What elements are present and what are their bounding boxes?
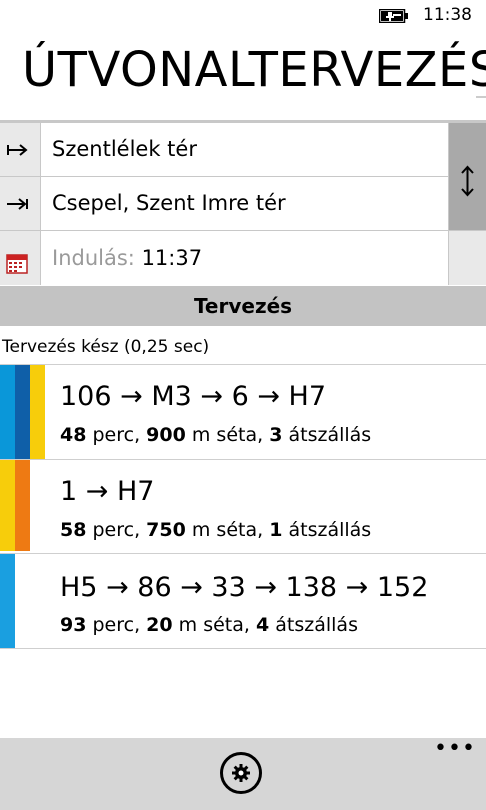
route-line-colors [0, 554, 15, 648]
departure-time: 11:37 [141, 246, 203, 270]
calendar-icon[interactable] [0, 231, 40, 285]
route-summary: 58 perc, 750 m séta, 1 átszállás [60, 519, 372, 541]
pivot-edge-indicator [476, 96, 486, 98]
route-item[interactable]: 1 → H7 58 perc, 750 m séta, 1 átszállás [0, 459, 486, 551]
swap-button[interactable] [449, 123, 486, 230]
route-item[interactable]: 106 → M3 → 6 → H7 48 perc, 900 m séta, 3… [0, 364, 486, 459]
to-arrow-icon [0, 177, 40, 230]
route-item[interactable]: H5 → 86 → 33 → 138 → 152 93 perc, 20 m s… [0, 553, 486, 649]
route-form: Szentlélek tér Csepel, Szent Imre tér In… [0, 120, 486, 285]
departure-row[interactable]: Indulás: 11:37 [0, 231, 448, 285]
line-color-bar [0, 365, 15, 459]
gear-icon [232, 764, 250, 782]
swap-vertical-icon [461, 165, 474, 197]
to-input[interactable]: Csepel, Szent Imre tér [41, 177, 448, 230]
departure-label: Indulás: [52, 246, 135, 270]
line-color-bar [30, 365, 45, 459]
battery-charging-icon [379, 9, 408, 23]
from-row[interactable]: Szentlélek tér [0, 123, 448, 176]
from-input[interactable]: Szentlélek tér [41, 123, 448, 176]
from-arrow-icon [0, 123, 40, 176]
line-color-bar [15, 460, 30, 551]
route-summary: 93 perc, 20 m séta, 4 átszállás [60, 614, 358, 636]
route-chain: 106 → M3 → 6 → H7 [60, 381, 327, 412]
settings-button[interactable] [220, 752, 262, 794]
route-summary: 48 perc, 900 m séta, 3 átszállás [60, 424, 372, 446]
departure-field[interactable]: Indulás: 11:37 [41, 231, 448, 285]
route-chain: H5 → 86 → 33 → 138 → 152 [60, 572, 429, 603]
status-bar: 11:38 [0, 0, 486, 32]
route-line-colors [0, 365, 45, 459]
clock: 11:38 [423, 5, 472, 25]
form-corner [449, 231, 486, 285]
line-color-bar [0, 460, 15, 551]
plan-button[interactable]: Tervezés [0, 286, 486, 326]
to-row[interactable]: Csepel, Szent Imre tér [0, 177, 448, 230]
plan-status: Tervezés kész (0,25 sec) [2, 337, 210, 357]
more-menu-button[interactable]: ••• [434, 738, 476, 760]
line-color-bar [0, 554, 15, 648]
route-line-colors [0, 460, 30, 551]
line-color-bar [15, 365, 30, 459]
page-title: ÚTVONALTERVEZÉS [22, 42, 486, 98]
route-chain: 1 → H7 [60, 476, 155, 507]
